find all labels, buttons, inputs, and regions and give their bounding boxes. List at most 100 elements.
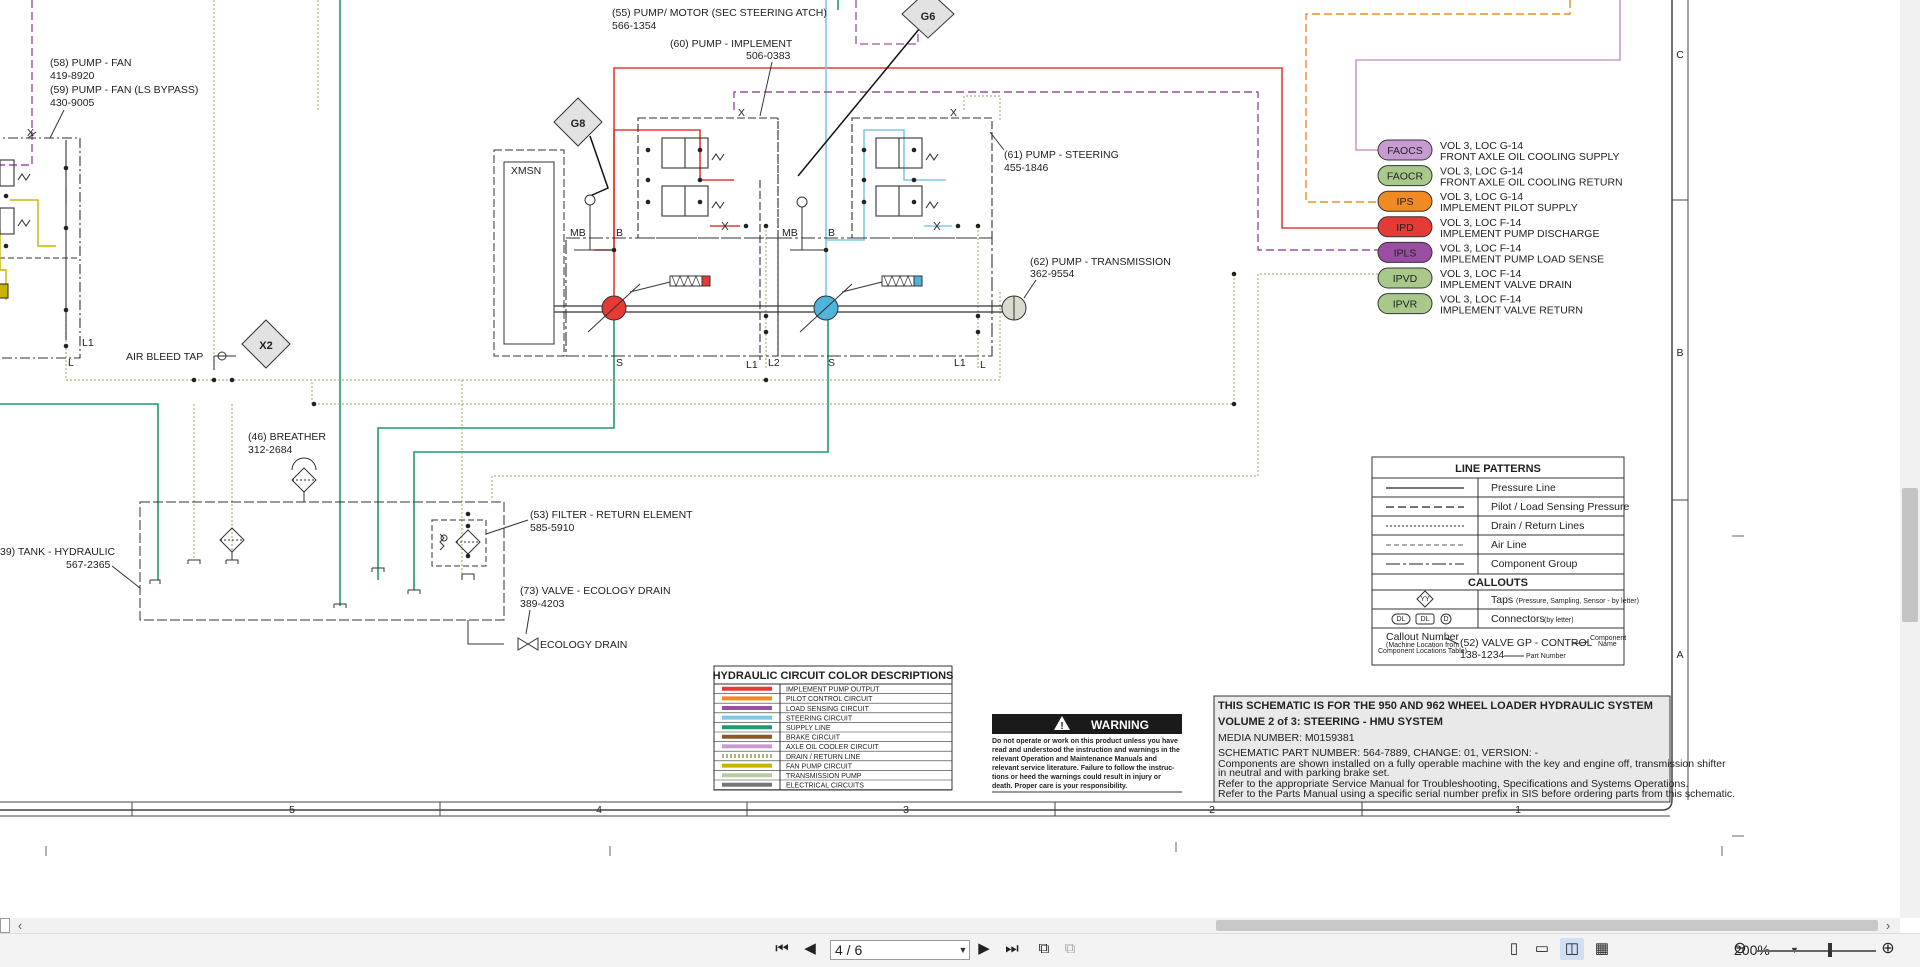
pattern-air: Air Line [1491, 539, 1527, 551]
tap-g8: G8 [553, 97, 603, 147]
warning-box: ! WARNING Do not operate or work on this… [992, 714, 1182, 793]
svg-text:!: ! [1060, 721, 1063, 732]
pattern-pilot: Pilot / Load Sensing Pressure [1491, 501, 1629, 513]
port-b-implement: B [616, 227, 623, 239]
connector-description: IMPLEMENT PUMP LOAD SENSE [1440, 253, 1604, 265]
hydraulic-schematic: 5 4 3 2 1 C B A X L1 L (58) PUMP - FAN 4… [0, 0, 1744, 856]
zoom-in-icon[interactable]: ⊕ [1876, 938, 1900, 960]
connector-ips: IPS VOL 3, LOC G-14IMPLEMENT PILOT SUPPLY [1377, 190, 1578, 214]
part-pump-transmission: 362-9554 [1030, 268, 1075, 280]
pattern-drain: Drain / Return Lines [1491, 520, 1584, 532]
label-pump-implement: (60) PUMP - IMPLEMENT [670, 38, 793, 50]
color-descriptions-table: HYDRAULIC CIRCUIT COLOR DESCRIPTIONS IMP… [713, 665, 954, 791]
connector-description: FRONT AXLE OIL COOLING RETURN [1440, 177, 1623, 189]
label-breather: (46) BREATHER [248, 431, 326, 443]
grid-col-5: 5 [289, 804, 295, 816]
component-name-note-2: Name [1598, 641, 1617, 648]
port-l2-implement: L2 [768, 357, 780, 369]
color-row-label: BRAKE CIRCUIT [786, 735, 841, 742]
zoom-slider-handle[interactable] [1828, 943, 1832, 957]
port-l-left: L [68, 357, 74, 369]
color-table-title: HYDRAULIC CIRCUIT COLOR DESCRIPTIONS [713, 670, 954, 682]
tap-g6: G6 [901, 0, 955, 39]
port-b-steering: B [828, 227, 835, 239]
taps-note: (Pressure, Sampling, Sensor - by letter) [1516, 598, 1639, 605]
next-page-icon[interactable]: ▶ [972, 938, 996, 960]
connector-ipvr: IPVR VOL 3, LOC F-14IMPLEMENT VALVE RETUR… [1377, 293, 1583, 317]
previous-page-icon[interactable]: ◀ [798, 938, 822, 960]
callout-part: 138-1234 [1460, 649, 1505, 661]
page-paste-icon[interactable]: ⧉ [1058, 938, 1082, 960]
port-x-left: X [27, 127, 34, 139]
connector-code: IPVR [1393, 299, 1418, 311]
line-patterns-title: LINE PATTERNS [1455, 463, 1541, 475]
port-l-steering: L [980, 359, 986, 371]
scroll-left-icon[interactable]: ‹ [12, 918, 28, 933]
first-page-icon[interactable]: ⏮ [770, 938, 794, 960]
svg-text:X2: X2 [259, 340, 272, 352]
zoom-out-icon[interactable]: ⊖ [1728, 938, 1752, 960]
port-mb-steering: MB [782, 227, 798, 239]
label-pump-fan-ls: (59) PUMP - FAN (LS BYPASS) [50, 84, 198, 96]
color-row-label: PILOT CONTROL CIRCUIT [786, 696, 873, 703]
label-tank: 39) TANK - HYDRAULIC [0, 546, 116, 558]
part-tank: 567-2365 [66, 559, 111, 571]
connector-code: FAOCS [1387, 145, 1423, 157]
title-note-4: Refer to the Parts Manual using a specif… [1218, 788, 1735, 800]
part-pump-implement: 506-0383 [746, 50, 791, 62]
grid-col-4: 4 [596, 804, 602, 816]
page-copy-icon[interactable]: ⧉ [1032, 938, 1056, 960]
connector-ipvd: IPVD VOL 3, LOC F-14IMPLEMENT VALVE DRAIN [1377, 267, 1572, 291]
vertical-scrollbar-thumb[interactable] [1902, 488, 1918, 622]
single-page-view-icon[interactable]: ▯ [1502, 938, 1526, 960]
port-mb-implement: MB [570, 227, 586, 239]
last-page-icon[interactable]: ⏭ [1000, 938, 1024, 960]
callout-example: (52) VALVE GP - CONTROL [1460, 637, 1593, 649]
warning-line-3: relevant Operation and Maintenance Manua… [992, 756, 1157, 763]
title-line-1: THIS SCHEMATIC IS FOR THE 950 AND 962 WH… [1218, 700, 1653, 712]
pattern-component-group: Component Group [1491, 558, 1578, 570]
pattern-pressure: Pressure Line [1491, 482, 1556, 494]
connector-symbol-2: DL [1421, 616, 1430, 623]
color-row-label: DRAIN / RETURN LINE [786, 754, 861, 761]
page-dropdown-icon[interactable]: ▼ [956, 940, 970, 960]
warning-line-4: relevant service literature. Failure to … [992, 765, 1175, 772]
connector-ipls: IPLS VOL 3, LOC F-14IMPLEMENT PUMP LOAD S… [1377, 241, 1604, 265]
taps-label: Taps [1491, 594, 1513, 606]
color-row-label: LOAD SENSING CIRCUIT [786, 706, 870, 713]
page-number-input[interactable]: 4 / 6 [830, 940, 970, 960]
callout-number-note-2: Component Locations Table) [1378, 648, 1467, 655]
continuous-view-icon[interactable]: ▭ [1530, 938, 1554, 960]
label-pump-motor: (55) PUMP/ MOTOR (SEC STEERING ATCH) [612, 7, 827, 19]
taps-symbol: YY [1420, 596, 1430, 603]
svg-text:G6: G6 [921, 11, 936, 23]
port-s-implement: S [616, 357, 623, 369]
two-page-view-icon[interactable]: ◫ [1560, 938, 1584, 960]
grid-row-c: C [1676, 49, 1684, 61]
vertical-scrollbar[interactable] [1900, 0, 1920, 918]
part-pump-fan-ls: 430-9005 [50, 97, 95, 109]
horizontal-scrollbar-thumb[interactable] [1216, 920, 1878, 931]
color-row-label: SUPPLY LINE [786, 725, 831, 732]
port-s-steering: S [828, 357, 835, 369]
port-l1-left: L1 [82, 337, 94, 349]
connector-symbol-3: D [1443, 616, 1448, 623]
warning-title: WARNING [1091, 718, 1149, 732]
connector-code: IPVD [1393, 273, 1418, 285]
label-filter: (53) FILTER - RETURN ELEMENT [530, 509, 693, 521]
scroll-right-icon[interactable]: › [1880, 918, 1896, 933]
label-valve-ecology: (73) VALVE - ECOLOGY DRAIN [520, 585, 671, 597]
port-x-steering: X [950, 107, 957, 119]
connectors-label: Connectors [1491, 613, 1545, 625]
tap-x2: X2 [241, 319, 291, 369]
grid-col-1: 1 [1515, 804, 1521, 816]
two-page-continuous-icon[interactable]: ▦ [1590, 938, 1614, 960]
connector-description: IMPLEMENT VALVE RETURN [1440, 305, 1583, 317]
warning-line-1: Do not operate or work on this product u… [992, 738, 1178, 745]
label-xmsn: XMSN [511, 165, 541, 177]
document-canvas[interactable]: 5 4 3 2 1 C B A X L1 L (58) PUMP - FAN 4… [0, 0, 1920, 918]
callouts-title: CALLOUTS [1468, 577, 1528, 589]
connector-symbol-1: DL [1397, 616, 1406, 623]
port-x-implement: X [738, 107, 745, 119]
zoom-slider[interactable] [1756, 950, 1876, 952]
